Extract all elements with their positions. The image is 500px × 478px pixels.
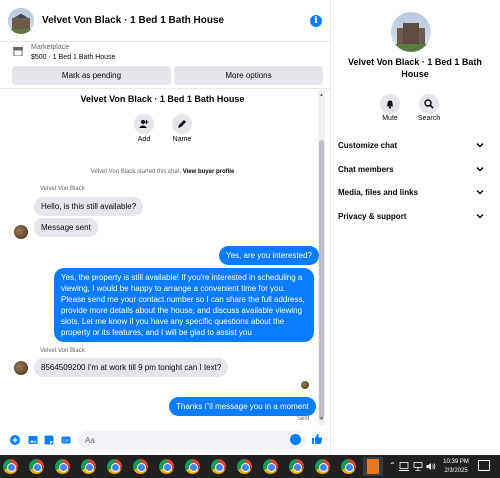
intro-title: Velvet Von Black · 1 Bed 1 Bath House xyxy=(80,94,245,104)
incoming-message[interactable]: Message sent xyxy=(34,218,98,237)
taskbar-chrome-icon[interactable] xyxy=(29,459,44,474)
search-button[interactable] xyxy=(419,94,439,114)
taskbar-chrome-icon[interactable] xyxy=(211,459,226,474)
taskbar-chrome-icon[interactable] xyxy=(159,459,174,474)
info-icon[interactable]: i xyxy=(310,14,322,27)
taskbar-clock[interactable]: 10:39 PM 2/3/2025 xyxy=(441,458,471,476)
clock-time: 10:39 PM xyxy=(443,459,469,465)
tray-chevron-up-icon[interactable]: ⌃ xyxy=(389,461,396,470)
taskbar-app-icon[interactable] xyxy=(367,459,379,474)
section-label: Customize chat xyxy=(338,140,398,150)
chevron-down-icon xyxy=(476,214,484,219)
seen-avatar xyxy=(301,381,309,389)
taskbar-chrome-icon[interactable] xyxy=(341,459,356,474)
search-label: Search xyxy=(417,115,441,122)
buyer-avatar[interactable] xyxy=(14,225,28,239)
mute-label: Mute xyxy=(382,115,398,122)
taskbar-chrome-icon[interactable] xyxy=(289,459,304,474)
outgoing-message[interactable]: Yes, are you interested? xyxy=(219,246,319,265)
message-input[interactable]: Aa xyxy=(78,431,306,449)
info-title: Velvet Von Black · 1 Bed 1 Bath House xyxy=(348,57,482,79)
chevron-down-icon xyxy=(476,167,484,172)
listing-price[interactable]: $500 · 1 Bed 1 Bath House xyxy=(31,54,115,61)
name-button[interactable] xyxy=(172,114,192,134)
add-person-icon xyxy=(139,120,149,128)
taskbar-chrome-icon[interactable] xyxy=(263,459,278,474)
emoji-icon[interactable] xyxy=(290,434,301,445)
chat-members-section[interactable]: Chat members xyxy=(338,162,484,176)
taskbar-chrome-icon[interactable] xyxy=(107,459,122,474)
marketplace-shop-icon xyxy=(13,47,23,56)
name-label: Name xyxy=(172,136,192,143)
view-buyer-profile-link[interactable]: View buyer profile xyxy=(183,169,235,175)
mark-as-pending-button[interactable]: Mark as pending xyxy=(12,66,171,85)
taskbar-chrome-icon[interactable] xyxy=(55,459,70,474)
outgoing-message[interactable]: Thanks i''il message you in a moment xyxy=(169,397,316,416)
incoming-message[interactable]: 8564509200 I'm at work till 9 pm tonight… xyxy=(34,358,229,377)
chevron-down-icon xyxy=(476,143,484,148)
section-label: Chat members xyxy=(338,164,394,174)
sent-status: Sent xyxy=(297,416,310,422)
pencil-icon xyxy=(178,120,186,128)
taskbar-chrome-icon[interactable] xyxy=(81,459,96,474)
outgoing-message[interactable]: Yes, the property is still available! If… xyxy=(54,268,314,342)
customize-chat-section[interactable]: Customize chat xyxy=(338,138,484,152)
more-options-button[interactable]: More options xyxy=(174,66,323,85)
chevron-down-icon xyxy=(476,190,484,195)
marketplace-label: Marketplace xyxy=(31,44,70,51)
listing-photo[interactable] xyxy=(391,12,431,52)
laptop-icon[interactable] xyxy=(399,462,409,471)
svg-text:GIF: GIF xyxy=(63,438,70,443)
started-text: Velvet Von Black started this chat. xyxy=(90,169,182,175)
add-label: Add xyxy=(137,136,151,143)
chat-title[interactable]: Velvet Von Black · 1 Bed 1 Bath House xyxy=(42,15,310,26)
sticker-icon[interactable] xyxy=(44,435,54,445)
chat-header: Velvet Von Black · 1 Bed 1 Bath House i xyxy=(0,0,330,42)
thumbs-up-icon[interactable] xyxy=(311,433,323,445)
notification-icon[interactable] xyxy=(478,460,490,471)
add-person-button[interactable] xyxy=(134,114,154,134)
plus-icon[interactable] xyxy=(10,435,20,445)
taskbar-chrome-icon[interactable] xyxy=(315,459,330,474)
bell-icon xyxy=(387,100,393,109)
scrollbar-thumb[interactable] xyxy=(319,140,324,420)
taskbar-chrome-icon[interactable] xyxy=(3,459,18,474)
gif-icon[interactable]: GIF xyxy=(61,435,71,445)
sender-name: Velvet Von Black xyxy=(40,186,85,192)
section-label: Privacy & support xyxy=(338,211,407,221)
volume-icon[interactable] xyxy=(426,462,436,471)
taskbar-chrome-icon[interactable] xyxy=(133,459,148,474)
sender-name: Velvet Von Black xyxy=(40,348,85,354)
clock-date: 2/3/2025 xyxy=(444,468,468,474)
mute-button[interactable] xyxy=(380,94,400,114)
media-files-links-section[interactable]: Media, files and links xyxy=(338,185,484,199)
privacy-support-section[interactable]: Privacy & support xyxy=(338,209,484,223)
taskbar-chrome-icon[interactable] xyxy=(185,459,200,474)
search-icon xyxy=(424,99,434,109)
scroll-down-arrow-icon[interactable]: ▼ xyxy=(319,416,324,422)
image-icon[interactable] xyxy=(28,435,38,445)
listing-avatar[interactable] xyxy=(8,7,34,34)
taskbar-chrome-icon[interactable] xyxy=(237,459,252,474)
incoming-message[interactable]: Hello, is this still available? xyxy=(34,197,144,216)
section-label: Media, files and links xyxy=(338,187,419,197)
buyer-avatar[interactable] xyxy=(14,361,28,375)
chat-started-notice: Velvet Von Black started this chat. View… xyxy=(0,169,325,175)
network-icon[interactable] xyxy=(413,462,423,471)
